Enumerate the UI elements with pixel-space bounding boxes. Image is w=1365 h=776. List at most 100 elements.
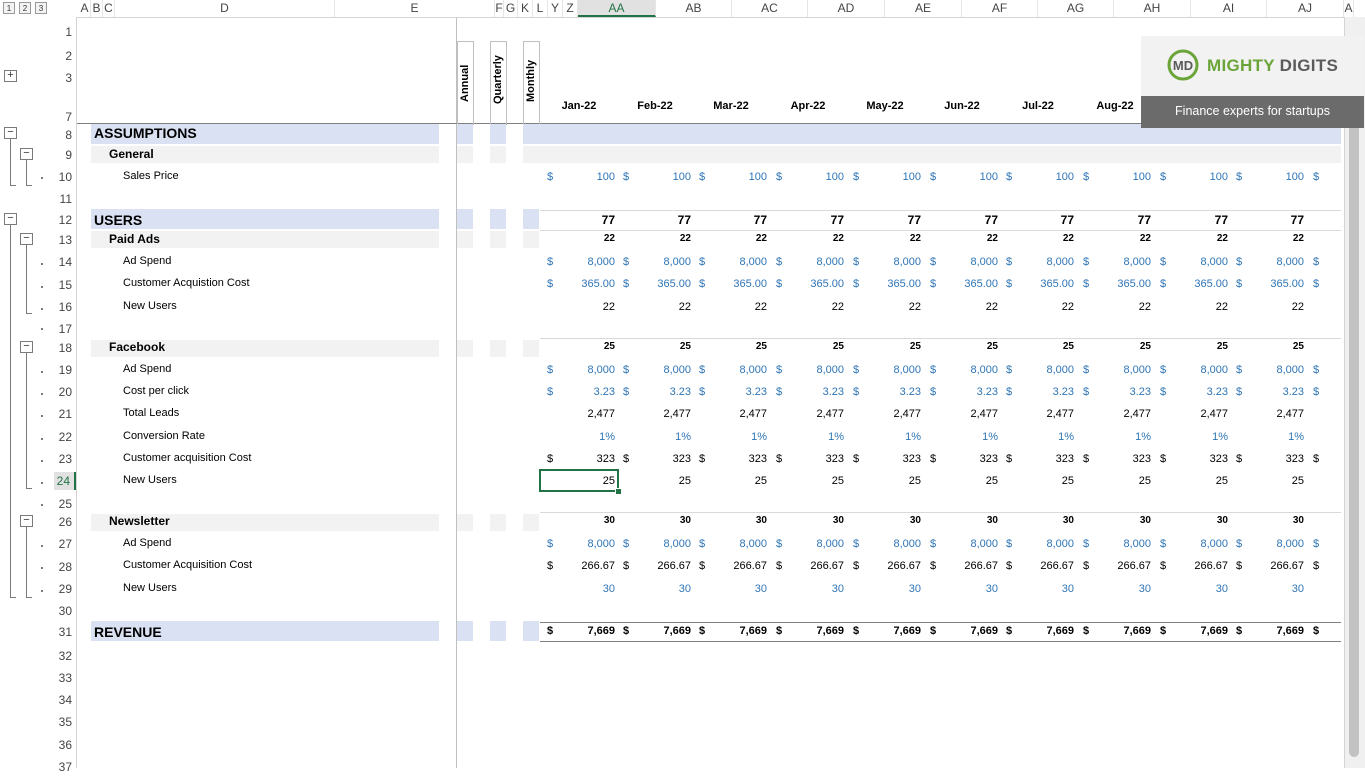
nl-new-users-value-9[interactable]: 30 (1230, 583, 1304, 595)
pa-new-users-value-9[interactable]: 22 (1230, 301, 1304, 313)
pa-ad-spend-value-6[interactable]: 8,000 (1000, 256, 1074, 268)
facebook-value-7[interactable]: 25 (1077, 341, 1151, 352)
column-header-ai[interactable]: AI (1191, 0, 1267, 17)
fb-conversion-value-5[interactable]: 1% (924, 431, 998, 443)
pa-new-users-value-2[interactable]: 22 (693, 301, 767, 313)
users-value-9[interactable]: 77 (1230, 213, 1304, 227)
pa-cac-value-2[interactable]: 365.00 (693, 278, 767, 290)
newsletter-value-4[interactable]: 30 (847, 515, 921, 526)
users-value-7[interactable]: 77 (1077, 213, 1151, 227)
collapse-users-button[interactable]: − (4, 213, 17, 225)
fb-new-users-value-9[interactable]: 25 (1230, 475, 1304, 487)
newsletter-value-7[interactable]: 30 (1077, 515, 1151, 526)
newsletter-value-6[interactable]: 30 (1000, 515, 1074, 526)
collapse-general-button[interactable]: − (20, 148, 33, 160)
pa-cac-value-8[interactable]: 365.00 (1154, 278, 1228, 290)
users-value-8[interactable]: 77 (1154, 213, 1228, 227)
column-header-k[interactable]: K (518, 0, 533, 17)
fb-new-users-value-4[interactable]: 25 (847, 475, 921, 487)
nl-cac-value-5[interactable]: 266.67 (924, 560, 998, 572)
column-header-y[interactable]: Y (548, 0, 563, 17)
pa-new-users-value-4[interactable]: 22 (847, 301, 921, 313)
fb-cac-value-7[interactable]: 323 (1077, 453, 1151, 465)
fb-conversion-value-9[interactable]: 1% (1230, 431, 1304, 443)
column-header-aa[interactable]: AA (578, 0, 656, 17)
nl-ad-spend-value-3[interactable]: 8,000 (770, 538, 844, 550)
fb-ad-spend-value-7[interactable]: 8,000 (1077, 364, 1151, 376)
pa-cac-value-4[interactable]: 365.00 (847, 278, 921, 290)
row-header-31[interactable]: 31 (54, 623, 76, 641)
paid-ads-value-5[interactable]: 22 (924, 233, 998, 244)
pa-ad-spend-value-7[interactable]: 8,000 (1077, 256, 1151, 268)
pa-new-users-value-3[interactable]: 22 (770, 301, 844, 313)
column-header-z[interactable]: Z (563, 0, 578, 17)
nl-cac-value-7[interactable]: 266.67 (1077, 560, 1151, 572)
collapse-facebook-button[interactable]: − (20, 341, 33, 353)
column-header-af[interactable]: AF (962, 0, 1038, 17)
fb-cpc-value-4[interactable]: 3.23 (847, 386, 921, 398)
pa-ad-spend-value-3[interactable]: 8,000 (770, 256, 844, 268)
row-header-32[interactable]: 32 (54, 647, 76, 665)
fb-ad-spend-value-3[interactable]: 8,000 (770, 364, 844, 376)
nl-new-users-value-1[interactable]: 30 (617, 583, 691, 595)
nl-ad-spend-value-1[interactable]: 8,000 (617, 538, 691, 550)
fb-conversion-value-7[interactable]: 1% (1077, 431, 1151, 443)
sales-price-value-9[interactable]: 100 (1230, 171, 1304, 183)
outline-level-1-button[interactable]: 1 (3, 2, 15, 14)
nl-new-users-value-3[interactable]: 30 (770, 583, 844, 595)
fb-conversion-value-1[interactable]: 1% (617, 431, 691, 443)
users-value-5[interactable]: 77 (924, 213, 998, 227)
pa-cac-value-9[interactable]: 365.00 (1230, 278, 1304, 290)
nl-ad-spend-value-7[interactable]: 8,000 (1077, 538, 1151, 550)
fb-cac-value-0[interactable]: 323 (541, 453, 615, 465)
pa-new-users-value-0[interactable]: 22 (541, 301, 615, 313)
fb-total-leads-value-6[interactable]: 2,477 (1000, 408, 1074, 420)
column-header-b[interactable]: B (91, 0, 103, 17)
paid-ads-value-2[interactable]: 22 (693, 233, 767, 244)
column-header-ah[interactable]: AH (1114, 0, 1191, 17)
sales-price-value-8[interactable]: 100 (1154, 171, 1228, 183)
fb-ad-spend-value-5[interactable]: 8,000 (924, 364, 998, 376)
row-header-25[interactable]: 25 (54, 495, 76, 513)
fb-new-users-value-3[interactable]: 25 (770, 475, 844, 487)
row-header-34[interactable]: 34 (54, 691, 76, 709)
vertical-scrollbar[interactable] (1344, 17, 1365, 768)
row-header-24[interactable]: 24 (54, 472, 76, 490)
users-value-4[interactable]: 77 (847, 213, 921, 227)
fb-ad-spend-value-2[interactable]: 8,000 (693, 364, 767, 376)
fb-cpc-value-7[interactable]: 3.23 (1077, 386, 1151, 398)
pa-cac-value-0[interactable]: 365.00 (541, 278, 615, 290)
fb-ad-spend-value-9[interactable]: 8,000 (1230, 364, 1304, 376)
paid-ads-value-1[interactable]: 22 (617, 233, 691, 244)
sales-price-value-4[interactable]: 100 (847, 171, 921, 183)
users-value-6[interactable]: 77 (1000, 213, 1074, 227)
nl-cac-value-8[interactable]: 266.67 (1154, 560, 1228, 572)
fb-cpc-value-2[interactable]: 3.23 (693, 386, 767, 398)
paid-ads-value-7[interactable]: 22 (1077, 233, 1151, 244)
nl-cac-value-0[interactable]: 266.67 (541, 560, 615, 572)
nl-ad-spend-value-0[interactable]: 8,000 (541, 538, 615, 550)
pa-ad-spend-value-0[interactable]: 8,000 (541, 256, 615, 268)
fb-cpc-value-5[interactable]: 3.23 (924, 386, 998, 398)
newsletter-value-0[interactable]: 30 (541, 515, 615, 526)
column-header-aj[interactable]: AJ (1267, 0, 1344, 17)
paid-ads-value-9[interactable]: 22 (1230, 233, 1304, 244)
nl-ad-spend-value-4[interactable]: 8,000 (847, 538, 921, 550)
row-header-11[interactable]: 11 (54, 190, 76, 208)
nl-cac-value-6[interactable]: 266.67 (1000, 560, 1074, 572)
paid-ads-value-3[interactable]: 22 (770, 233, 844, 244)
column-header-ab[interactable]: AB (656, 0, 732, 17)
fb-cac-value-2[interactable]: 323 (693, 453, 767, 465)
nl-ad-spend-value-9[interactable]: 8,000 (1230, 538, 1304, 550)
revenue-value-4[interactable]: 7,669 (847, 625, 921, 637)
nl-new-users-value-6[interactable]: 30 (1000, 583, 1074, 595)
fb-cpc-value-3[interactable]: 3.23 (770, 386, 844, 398)
paid-ads-value-6[interactable]: 22 (1000, 233, 1074, 244)
nl-cac-value-3[interactable]: 266.67 (770, 560, 844, 572)
row-header-28[interactable]: 28 (54, 558, 76, 576)
outline-level-2-button[interactable]: 2 (19, 2, 31, 14)
row-header-8[interactable]: 8 (54, 126, 76, 144)
nl-cac-value-9[interactable]: 266.67 (1230, 560, 1304, 572)
fb-total-leads-value-5[interactable]: 2,477 (924, 408, 998, 420)
fb-total-leads-value-3[interactable]: 2,477 (770, 408, 844, 420)
